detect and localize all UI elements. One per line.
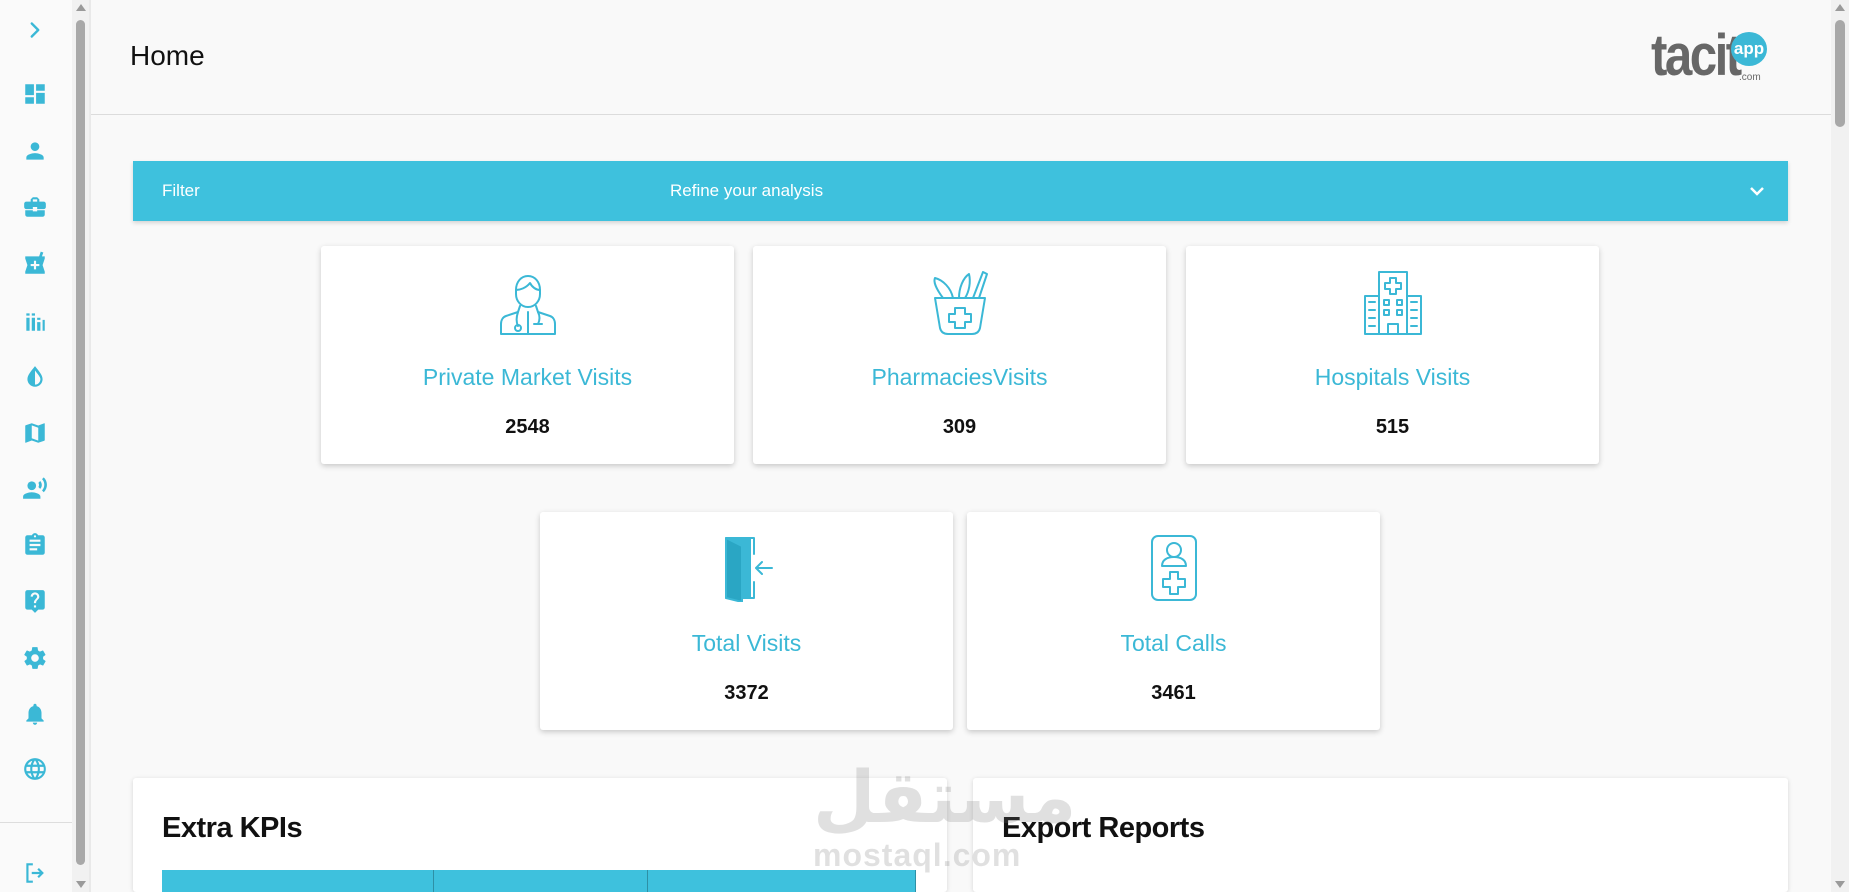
column-divider bbox=[647, 870, 648, 892]
pharmacy-basket-icon bbox=[929, 268, 991, 336]
stat-label: Private Market Visits bbox=[422, 364, 633, 390]
extra-kpis-title: Extra KPIs bbox=[162, 812, 303, 844]
dashboard-icon[interactable] bbox=[20, 79, 50, 109]
stat-label: PharmaciesVisits bbox=[871, 364, 1048, 390]
hospital-icon bbox=[1362, 268, 1424, 336]
stat-value: 3372 bbox=[724, 682, 769, 704]
globe-icon[interactable] bbox=[20, 754, 50, 784]
page-title: Home bbox=[130, 40, 205, 71]
stat-value: 309 bbox=[942, 416, 977, 438]
call-person-icon[interactable] bbox=[20, 474, 50, 504]
tacit-app-logo[interactable]: tacit app .com bbox=[1651, 26, 1771, 86]
door-enter-icon bbox=[716, 534, 778, 603]
scrollbar-thumb[interactable] bbox=[1835, 20, 1845, 127]
scroll-up-arrow[interactable] bbox=[76, 4, 86, 11]
stat-value: 515 bbox=[1375, 416, 1410, 438]
kpi-table-header bbox=[162, 870, 916, 892]
logo-main-text: tacit bbox=[1651, 23, 1742, 88]
scroll-up-arrow[interactable] bbox=[1835, 4, 1845, 11]
filter-subtitle: Refine your analysis bbox=[670, 181, 824, 200]
filter-title: Filter bbox=[162, 181, 200, 200]
stat-card-pharmacies[interactable]: PharmaciesVisits 309 bbox=[753, 246, 1166, 464]
stat-card-total-calls[interactable]: Total Calls 3461 bbox=[967, 512, 1380, 730]
logo-suffix: .com bbox=[1739, 72, 1761, 83]
doctor-icon bbox=[497, 268, 559, 336]
pharmacy-icon[interactable] bbox=[20, 249, 50, 279]
export-reports-panel: Export Reports bbox=[973, 778, 1788, 892]
filter-panel[interactable]: Filter Refine your analysis bbox=[133, 161, 1788, 221]
header: Home tacit app .com bbox=[91, 0, 1831, 115]
stat-card-total-visits[interactable]: Total Visits 3372 bbox=[540, 512, 953, 730]
stat-label: Total Visits bbox=[691, 630, 802, 656]
settings-icon[interactable] bbox=[20, 643, 50, 673]
person-icon[interactable] bbox=[20, 136, 50, 166]
clipboard-icon[interactable] bbox=[20, 530, 50, 560]
stat-label: Total Calls bbox=[1120, 630, 1227, 656]
scroll-down-arrow[interactable] bbox=[1835, 881, 1845, 888]
extra-kpis-panel: Extra KPIs bbox=[133, 778, 947, 892]
chevron-right-icon[interactable] bbox=[20, 15, 50, 45]
sidebar-divider bbox=[0, 822, 72, 823]
column-divider bbox=[915, 870, 916, 892]
logout-icon[interactable] bbox=[20, 858, 50, 888]
help-icon[interactable] bbox=[20, 586, 50, 616]
scroll-down-arrow[interactable] bbox=[76, 881, 86, 888]
map-icon[interactable] bbox=[20, 418, 50, 448]
bell-icon[interactable] bbox=[20, 699, 50, 729]
sidebar bbox=[0, 0, 73, 892]
stat-value: 3461 bbox=[1151, 682, 1196, 704]
drop-icon[interactable] bbox=[20, 362, 50, 392]
scrollbar-thumb[interactable] bbox=[76, 20, 85, 865]
briefcase-icon[interactable] bbox=[20, 192, 50, 222]
main-edge bbox=[89, 0, 91, 892]
sidebar-scrollbar[interactable] bbox=[72, 0, 89, 892]
stat-card-hospitals[interactable]: Hospitals Visits 515 bbox=[1186, 246, 1599, 464]
bar-chart-icon[interactable] bbox=[20, 306, 50, 336]
stat-value: 2548 bbox=[505, 416, 550, 438]
logo-bubble: app bbox=[1731, 32, 1767, 66]
export-reports-title: Export Reports bbox=[1002, 812, 1205, 844]
chevron-down-icon[interactable] bbox=[1745, 179, 1769, 203]
stat-card-private-market[interactable]: Private Market Visits 2548 bbox=[321, 246, 734, 464]
column-divider bbox=[433, 870, 434, 892]
page-scrollbar[interactable] bbox=[1831, 0, 1849, 892]
stat-label: Hospitals Visits bbox=[1314, 364, 1471, 390]
medical-id-icon bbox=[1143, 534, 1205, 602]
